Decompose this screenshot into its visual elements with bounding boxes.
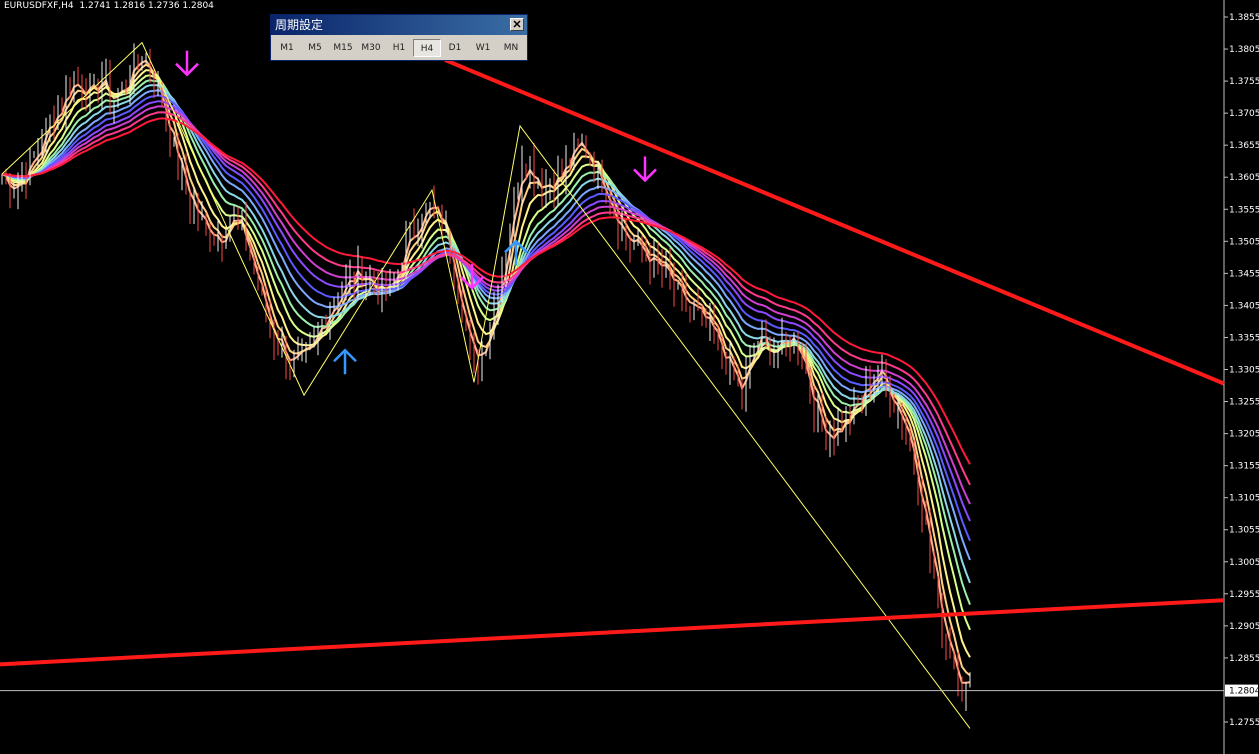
symbol-info: EURUSDFXF,H4 1.2741 1.2816 1.2736 1.2804	[4, 1, 214, 11]
tick-label: 1.3755	[1229, 77, 1259, 87]
tick-label: 1.3255	[1229, 398, 1259, 408]
tick-label: 1.3805	[1229, 45, 1259, 55]
tick-label: 1.3455	[1229, 269, 1259, 279]
timeframe-button-h4[interactable]: H4	[413, 39, 441, 57]
sell-arrow-icon	[633, 156, 657, 183]
ma-ribbon	[1, 59, 971, 684]
timeframe-buttons: M1 M5 M15 M30 H1 H4 D1 W1 MN	[271, 35, 527, 57]
period-settings-panel[interactable]: 周期設定 M1 M5 M15 M30 H1 H4 D1 W1 MN	[270, 14, 528, 61]
timeframe-button-mn[interactable]: MN	[497, 39, 525, 57]
tick-label: 1.3205	[1229, 430, 1259, 440]
zigzag-path	[1, 41, 971, 729]
price-chart[interactable]: 1.3855 1.3805 1.3755 1.3705 1.3655 1.3605 1.35…	[0, 0, 1259, 754]
buy-arrow-icon	[333, 348, 357, 375]
tick-label: 1.3705	[1229, 109, 1259, 119]
tick-label: 1.3505	[1229, 237, 1259, 247]
tick-label: 1.3055	[1229, 526, 1259, 536]
ma-line-10	[1, 105, 971, 505]
tick-label: 1.2755	[1229, 718, 1259, 728]
tick-label: 1.3105	[1229, 494, 1259, 504]
tick-label: 1.3605	[1229, 173, 1259, 183]
zigzag-line	[1, 41, 971, 729]
price-bars	[1, 43, 971, 712]
timeframe-button-h1[interactable]: H1	[385, 39, 413, 57]
current-price-label: 1.2804	[1229, 687, 1259, 697]
tick-label: 1.3655	[1229, 141, 1259, 151]
tick-label: 1.3155	[1229, 462, 1259, 472]
close-button[interactable]	[510, 18, 524, 31]
tick-label: 1.3855	[1229, 13, 1259, 23]
tick-label: 1.3355	[1229, 333, 1259, 343]
timeframe-button-m5[interactable]: M5	[301, 39, 329, 57]
ma-line-2	[1, 63, 971, 677]
timeframe-button-m15[interactable]: M15	[329, 39, 357, 57]
timeframe-button-m1[interactable]: M1	[273, 39, 301, 57]
tick-label: 1.2905	[1229, 622, 1259, 632]
timeframe-button-d1[interactable]: D1	[441, 39, 469, 57]
trendline-support	[0, 598, 1225, 667]
tick-label: 1.3555	[1229, 205, 1259, 215]
tick-label: 1.3305	[1229, 366, 1259, 376]
close-icon	[513, 20, 521, 28]
price-axis: 1.3855 1.3805 1.3755 1.3705 1.3655 1.3605 1.35…	[1224, 13, 1259, 728]
panel-title: 周期設定	[275, 18, 324, 32]
panel-title-bar[interactable]: 周期設定	[271, 15, 527, 35]
tick-label: 1.3005	[1229, 558, 1259, 568]
tick-label: 1.2955	[1229, 590, 1259, 600]
trendlines[interactable]	[0, 58, 1225, 667]
trendline-resistance	[444, 58, 1225, 386]
tick-label: 1.3405	[1229, 301, 1259, 311]
tick-label: 1.2855	[1229, 654, 1259, 664]
sell-arrow-icon	[175, 50, 199, 77]
signal-arrows	[175, 50, 657, 375]
timeframe-button-m30[interactable]: M30	[357, 39, 385, 57]
timeframe-button-w1[interactable]: W1	[469, 39, 497, 57]
ma-line-9	[1, 100, 971, 522]
